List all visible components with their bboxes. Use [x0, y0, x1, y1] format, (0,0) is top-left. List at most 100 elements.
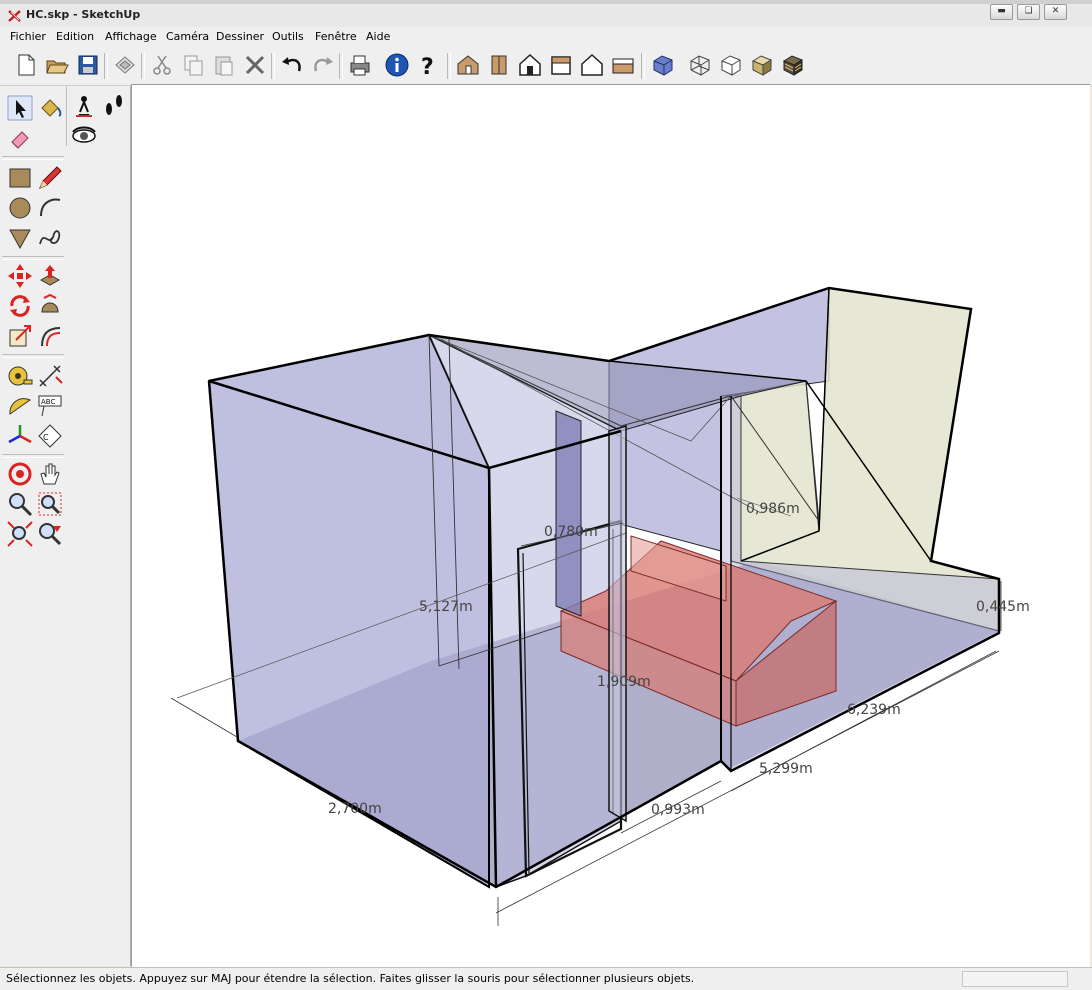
cut-icon[interactable]: [148, 51, 176, 79]
title-bar: HC.skp - SketchUp ▬ ❏ ✕: [0, 0, 1092, 28]
look-around-icon[interactable]: [70, 122, 98, 150]
partition-post: [555, 410, 582, 617]
polygon-icon[interactable]: [6, 224, 34, 252]
toolbar-separator: [641, 53, 645, 79]
menu-dessiner[interactable]: Dessiner: [216, 30, 264, 43]
palette-separator: [2, 256, 64, 260]
shaded-style-icon[interactable]: [748, 51, 776, 79]
move-icon[interactable]: [6, 262, 34, 290]
model-viewport[interactable]: 5,127m 0,780m 1,909m 2,700m 0,993m 5,299…: [131, 84, 1090, 968]
dimension-label: 0,445m: [976, 599, 1030, 615]
menu-camera[interactable]: Caméra: [166, 30, 209, 43]
dimension-label: 5,299m: [759, 761, 813, 777]
3d-text-icon[interactable]: C: [36, 422, 64, 450]
menu-bar: Fichier Edition Affichage Caméra Dessine…: [0, 27, 1092, 47]
minimize-button[interactable]: ▬: [990, 4, 1013, 20]
toolbar-separator: [104, 53, 108, 79]
wireframe-style-icon[interactable]: [686, 51, 714, 79]
menu-outils[interactable]: Outils: [272, 30, 304, 43]
paint-bucket-icon[interactable]: [36, 94, 64, 122]
right-view-icon[interactable]: [547, 51, 575, 79]
pan-icon[interactable]: [36, 460, 64, 488]
textured-style-icon[interactable]: [779, 51, 807, 79]
measurements-box[interactable]: [962, 971, 1068, 987]
main-toolbar: ?: [0, 47, 1092, 86]
dimension-label: 5,127m: [419, 599, 473, 615]
paste-icon[interactable]: [210, 51, 238, 79]
position-camera-icon[interactable]: [70, 92, 98, 120]
copy-icon[interactable]: [179, 51, 207, 79]
toolbar-separator: [141, 53, 145, 79]
eraser-icon[interactable]: [6, 124, 34, 152]
status-bar: Sélectionnez les objets. Appuyez sur MAJ…: [0, 967, 1092, 990]
svg-text:ABC: ABC: [41, 398, 55, 406]
text-icon[interactable]: ABC: [36, 392, 64, 420]
tape-measure-icon[interactable]: [6, 362, 34, 390]
open-file-icon[interactable]: [43, 51, 71, 79]
make-component-icon[interactable]: [111, 51, 139, 79]
help-icon[interactable]: ?: [414, 51, 442, 80]
orbit-icon[interactable]: [6, 460, 34, 488]
close-button[interactable]: ✕: [1044, 4, 1067, 20]
dimension-line: [170, 697, 238, 738]
follow-me-icon[interactable]: [36, 292, 64, 320]
menu-fichier[interactable]: Fichier: [10, 30, 46, 43]
walk-icon[interactable]: [100, 92, 128, 120]
offset-icon[interactable]: [36, 322, 64, 350]
dimension-label: 1,909m: [597, 674, 651, 690]
window-title: HC.skp - SketchUp: [26, 8, 141, 21]
back-view-icon[interactable]: [578, 51, 606, 79]
protractor-icon[interactable]: [6, 392, 34, 420]
redo-icon[interactable]: [309, 51, 337, 79]
restore-icon: ❏: [1024, 6, 1033, 16]
svg-text:?: ?: [421, 55, 434, 79]
erase-icon[interactable]: [241, 51, 269, 79]
model-scene[interactable]: 5,127m 0,780m 1,909m 2,700m 0,993m 5,299…: [132, 85, 1088, 967]
palette-separator: [66, 86, 68, 147]
undo-icon[interactable]: [278, 51, 306, 79]
toolbar-separator: [339, 53, 343, 79]
axes-icon[interactable]: [6, 422, 34, 450]
rotate-icon[interactable]: [6, 292, 34, 320]
zoom-window-icon[interactable]: [36, 490, 64, 518]
menu-fenetre[interactable]: Fenêtre: [315, 30, 357, 43]
dimension-icon[interactable]: [36, 362, 64, 390]
rectangle-icon[interactable]: [6, 164, 34, 192]
palette-separator: [2, 354, 64, 358]
menu-edition[interactable]: Edition: [56, 30, 94, 43]
toolbar-separator: [447, 53, 451, 79]
palette-separator: [2, 156, 64, 160]
tool-palette: ABC C: [0, 86, 131, 966]
dimension-label: 0,780m: [544, 524, 598, 540]
zoom-icon[interactable]: [6, 490, 34, 518]
print-icon[interactable]: [346, 51, 374, 79]
circle-icon[interactable]: [6, 194, 34, 222]
menu-aide[interactable]: Aide: [366, 30, 390, 43]
palette-separator: [2, 454, 64, 458]
left-view-icon[interactable]: [609, 51, 637, 79]
previous-view-icon[interactable]: [36, 520, 64, 548]
iso-view-icon[interactable]: [454, 51, 482, 79]
new-file-icon[interactable]: [12, 51, 40, 79]
freehand-icon[interactable]: [36, 224, 64, 252]
top-view-icon[interactable]: [485, 51, 513, 79]
hidden-line-style-icon[interactable]: [717, 51, 745, 79]
status-message: Sélectionnez les objets. Appuyez sur MAJ…: [6, 972, 695, 985]
dimension-label: 0,986m: [746, 501, 800, 517]
zoom-extents-icon[interactable]: [6, 520, 34, 548]
dimension-label: 2,700m: [328, 801, 382, 817]
push-pull-icon[interactable]: [36, 262, 64, 290]
close-icon: ✕: [1051, 6, 1060, 16]
select-icon[interactable]: [6, 94, 34, 122]
partition-post: [608, 424, 627, 823]
xray-style-icon[interactable]: [649, 51, 677, 79]
arc-icon[interactable]: [36, 194, 64, 222]
menu-affichage[interactable]: Affichage: [105, 30, 157, 43]
restore-button[interactable]: ❏: [1017, 4, 1040, 20]
model-info-icon[interactable]: [383, 51, 411, 79]
svg-text:C: C: [43, 433, 49, 442]
save-icon[interactable]: [74, 51, 102, 79]
front-view-icon[interactable]: [516, 51, 544, 79]
scale-icon[interactable]: [6, 322, 34, 350]
pencil-icon[interactable]: [36, 164, 64, 192]
